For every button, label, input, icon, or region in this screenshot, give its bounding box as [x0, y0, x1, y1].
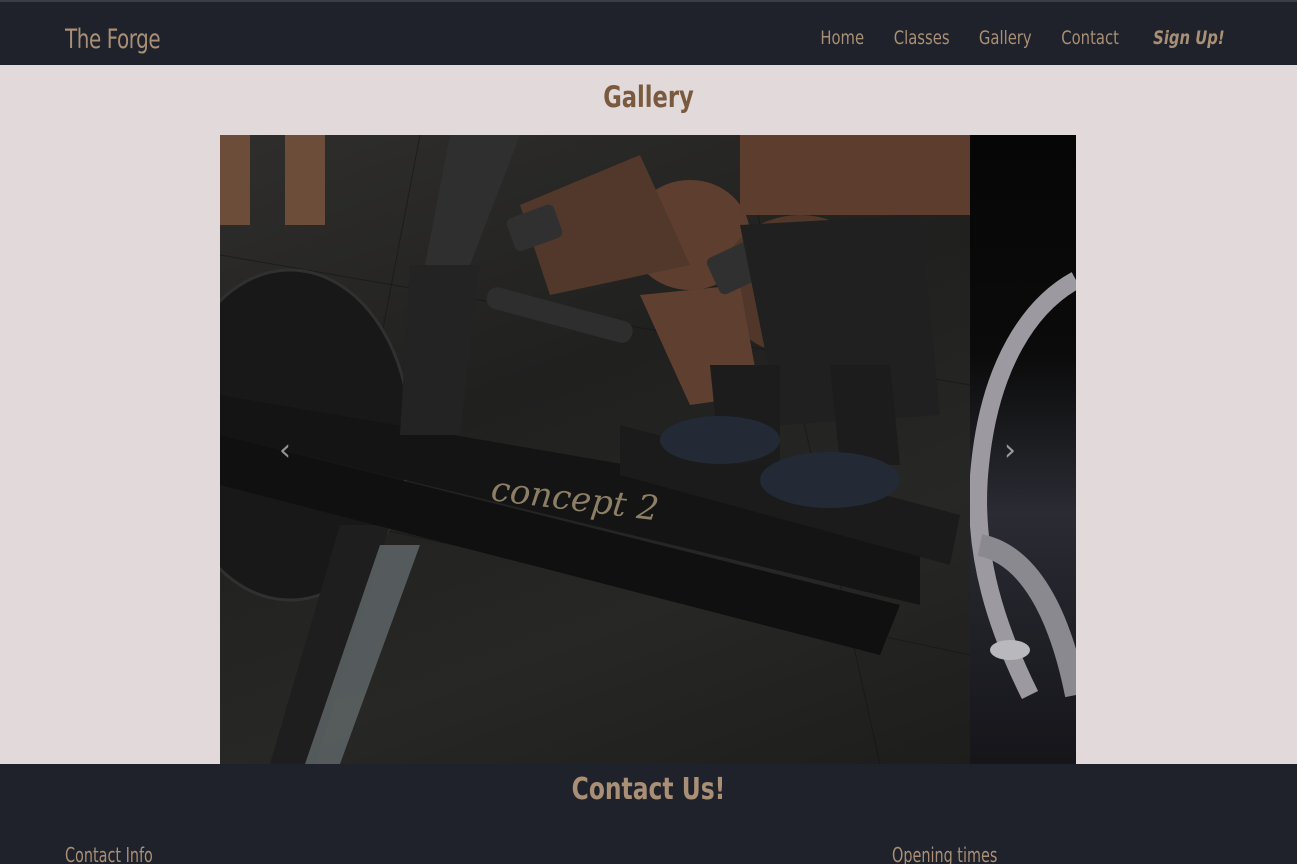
- nav-link-classes[interactable]: Classes: [894, 27, 950, 49]
- nav-link-contact[interactable]: Contact: [1062, 27, 1120, 49]
- gallery-title: Gallery: [603, 80, 694, 114]
- footer: Contact Us! Contact Info Opening times: [0, 764, 1297, 864]
- chevron-left-icon: ‹: [279, 433, 291, 468]
- navbar: The Forge Home Classes Gallery Contact S…: [0, 0, 1297, 65]
- carousel-prev-button[interactable]: ‹: [265, 435, 305, 467]
- chevron-right-icon: ›: [1004, 433, 1016, 468]
- gallery-carousel[interactable]: concept 2 ‹ ›: [220, 135, 1076, 764]
- nav-link-gallery[interactable]: Gallery: [979, 27, 1032, 49]
- rowing-machine-photo: concept 2: [220, 135, 970, 764]
- contact-info-heading: Contact Info: [65, 843, 153, 864]
- nav-link-signup[interactable]: Sign Up!: [1154, 27, 1225, 49]
- nav-links: Home Classes Gallery Contact Sign Up!: [808, 27, 1225, 49]
- brand-logo[interactable]: The Forge: [65, 24, 161, 55]
- footer-title: Contact Us!: [571, 772, 726, 807]
- carousel-next-button[interactable]: ›: [990, 435, 1030, 467]
- nav-link-home[interactable]: Home: [820, 27, 864, 49]
- carousel-slide-rowing: concept 2: [220, 135, 970, 764]
- opening-times-heading: Opening times: [892, 843, 998, 864]
